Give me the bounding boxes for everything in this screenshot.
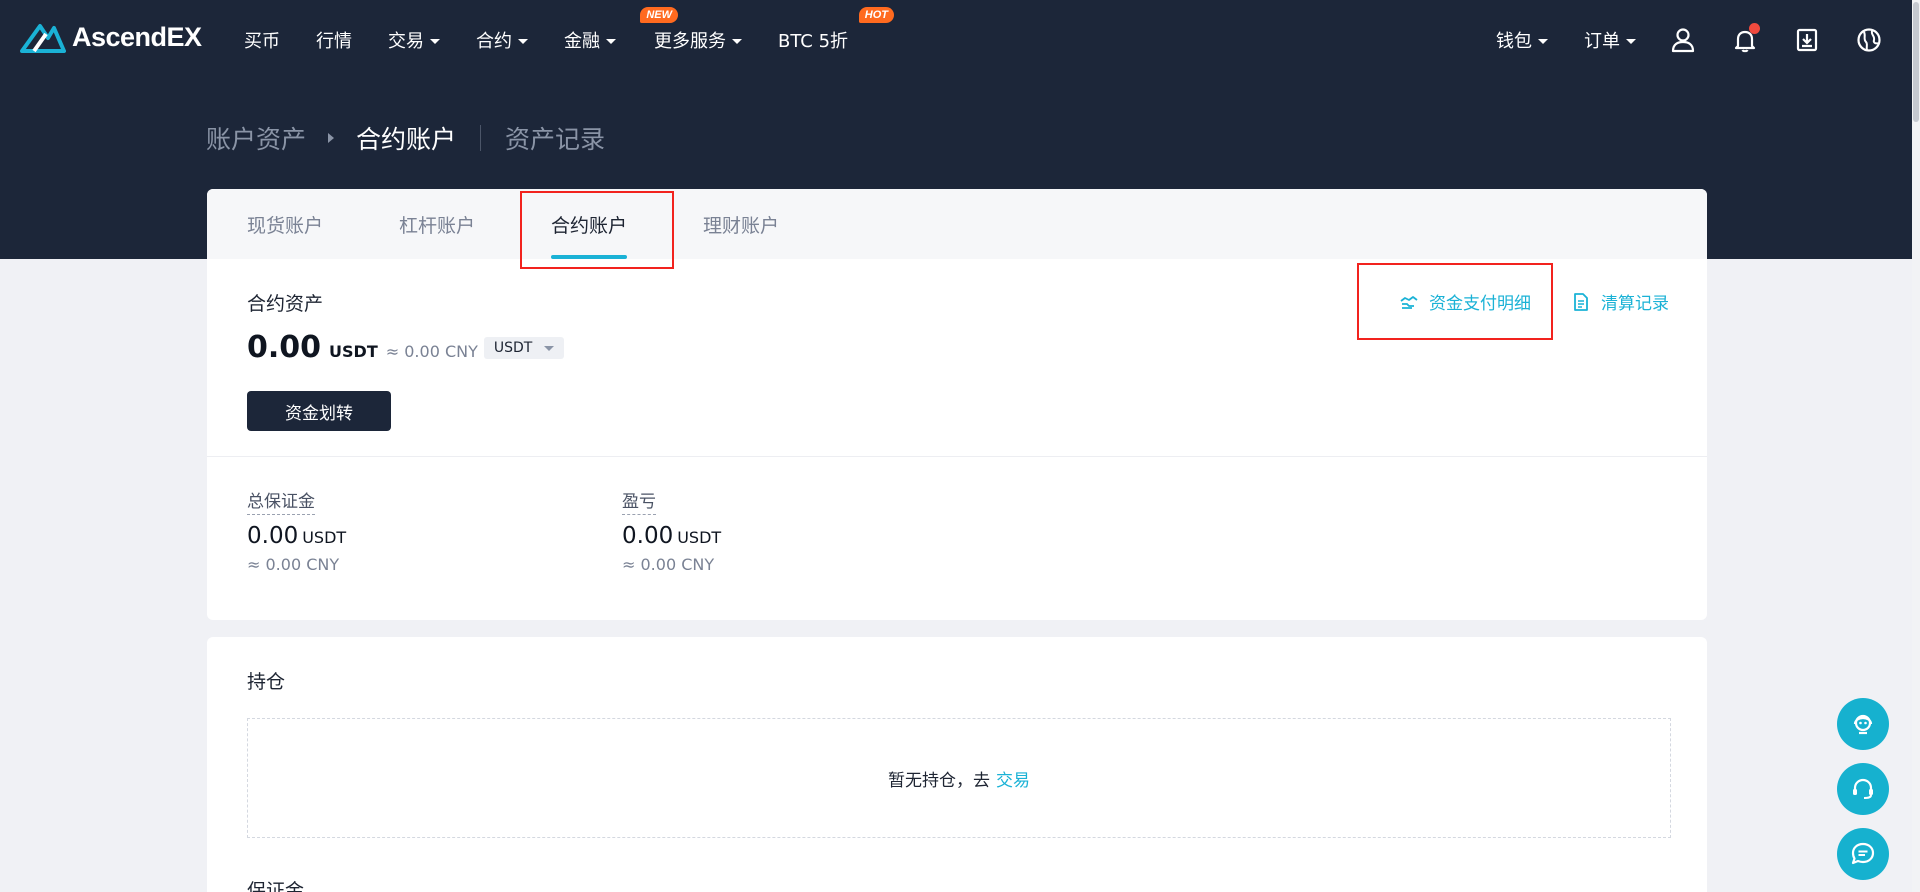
total-margin-label[interactable]: 总保证金: [247, 487, 315, 515]
nav-wallet[interactable]: 钱包: [1496, 27, 1548, 53]
chat-button[interactable]: [1837, 828, 1889, 880]
total-margin-stat: 总保证金 0.00 USDT ≈ 0.00 CNY: [247, 487, 622, 574]
nav-label: 更多服务: [654, 31, 726, 52]
nav-label: 订单: [1584, 31, 1620, 52]
chevron-down-icon: [1626, 38, 1636, 44]
user-icon: [1671, 28, 1695, 53]
account-card: 现货账户 杠杆账户 合约账户 理财账户 合约资产 0.00 USDT ≈ 0.0…: [207, 189, 1707, 620]
pnl-label[interactable]: 盈亏: [622, 487, 656, 515]
stat-amount: 0.00: [247, 523, 299, 549]
language-button[interactable]: [1854, 25, 1884, 55]
highlight-box-tab: [520, 191, 674, 269]
nav-buy-crypto[interactable]: 买币: [244, 27, 280, 53]
nav-label: 钱包: [1496, 31, 1532, 52]
total-asset-cny: ≈ 0.00 CNY: [385, 342, 478, 361]
currency-select[interactable]: USDT: [483, 336, 565, 359]
tab-margin-account[interactable]: 杠杆账户: [399, 189, 475, 259]
go-trade-link[interactable]: 交易: [996, 766, 1030, 791]
chevron-down-icon: [518, 38, 528, 44]
highlight-box-link: [1357, 263, 1553, 340]
currency-select-value: USDT: [493, 339, 533, 356]
brand-name: AscendEX: [72, 21, 202, 52]
page-scrollbar[interactable]: [1912, 0, 1920, 892]
stat-cny: ≈ 0.00 CNY: [622, 555, 715, 574]
document-icon: [1574, 292, 1588, 311]
total-asset-unit: USDT: [329, 342, 378, 361]
breadcrumb: 账户资产 合约账户 资产记录: [206, 120, 605, 156]
nav-markets[interactable]: 行情: [316, 27, 352, 53]
total-asset-amount: 0.00: [247, 330, 322, 365]
stat-unit: USDT: [302, 528, 347, 547]
nav-trade[interactable]: 交易: [388, 27, 440, 53]
chat-bubble-icon: [1851, 842, 1875, 865]
stat-unit: USDT: [677, 528, 722, 547]
nav-label: 行情: [316, 31, 352, 52]
nav-label: BTC 5折: [778, 31, 849, 52]
nav-label: 交易: [388, 31, 424, 52]
chevron-down-icon: [430, 38, 440, 44]
margin-title: 保证金: [247, 880, 305, 892]
support-agent-icon: [1853, 714, 1873, 735]
nav-label: 合约: [476, 31, 512, 52]
support-agent-button[interactable]: [1837, 698, 1889, 750]
nav-label: 买币: [244, 31, 280, 52]
account-tabs: 现货账户 杠杆账户 合约账户 理财账户: [207, 189, 1707, 259]
chevron-down-icon: [732, 38, 742, 44]
nav-orders[interactable]: 订单: [1584, 27, 1636, 53]
scrollbar-thumb[interactable]: [1913, 2, 1919, 122]
link-label: 清算记录: [1601, 294, 1669, 314]
main-menu: 买币 行情 交易 合约 金融 NEW 更多服务 BTC 5折 HOT: [244, 0, 895, 80]
globe-icon: [1857, 28, 1881, 52]
user-menu: 钱包 订单: [1496, 0, 1884, 80]
top-navigation: AscendEX 买币 行情 交易 合约 金融 NEW 更多服务 BTC 5折 …: [0, 0, 1920, 80]
hot-badge: HOT: [858, 7, 895, 23]
chevron-down-icon: [544, 346, 555, 351]
new-badge: NEW: [640, 7, 678, 23]
nav-label: 金融: [564, 31, 600, 52]
notification-dot: [1749, 23, 1760, 34]
pnl-stat: 盈亏 0.00 USDT ≈ 0.00 CNY: [622, 487, 997, 574]
breadcrumb-account-assets[interactable]: 账户资产: [206, 120, 306, 156]
asset-history-link[interactable]: 资产记录: [505, 120, 605, 156]
chevron-down-icon: [606, 38, 616, 44]
positions-title: 持仓: [247, 671, 286, 693]
transfer-button[interactable]: 资金划转: [247, 391, 391, 431]
nav-futures[interactable]: 合约: [476, 27, 528, 53]
nav-finance[interactable]: 金融 NEW: [564, 7, 678, 53]
account-button[interactable]: [1668, 25, 1698, 55]
notifications-button[interactable]: [1730, 23, 1760, 55]
download-button[interactable]: [1792, 25, 1822, 55]
brand-logo[interactable]: AscendEX: [20, 20, 202, 54]
breadcrumb-divider: [480, 125, 482, 151]
settlement-records-link[interactable]: 清算记录: [1571, 289, 1669, 314]
chevron-down-icon: [1538, 38, 1548, 44]
pnl-value: 0.00 USDT: [622, 523, 997, 549]
tab-earn-account[interactable]: 理财账户: [703, 189, 779, 259]
positions-card: 持仓 暂无持仓，去 交易 保证金: [207, 637, 1707, 892]
stat-cny: ≈ 0.00 CNY: [247, 555, 340, 574]
stat-amount: 0.00: [622, 523, 674, 549]
download-icon: [1796, 28, 1818, 52]
customer-service-button[interactable]: [1837, 763, 1889, 815]
nav-more-services[interactable]: 更多服务: [654, 27, 742, 53]
ascendex-logo-icon: [20, 24, 66, 53]
headset-icon: [1853, 778, 1873, 799]
chevron-right-icon: [328, 133, 335, 143]
tab-spot-account[interactable]: 现货账户: [247, 189, 323, 259]
total-margin-value: 0.00 USDT: [247, 523, 622, 549]
empty-text: 暂无持仓，去: [888, 770, 990, 791]
nav-btc-promo[interactable]: BTC 5折 HOT: [778, 7, 895, 53]
breadcrumb-current: 合约账户: [356, 125, 457, 154]
positions-empty-state: 暂无持仓，去 交易: [247, 718, 1671, 838]
margin-stats: 总保证金 0.00 USDT ≈ 0.00 CNY 盈亏 0.00 USDT ≈…: [207, 457, 1707, 574]
